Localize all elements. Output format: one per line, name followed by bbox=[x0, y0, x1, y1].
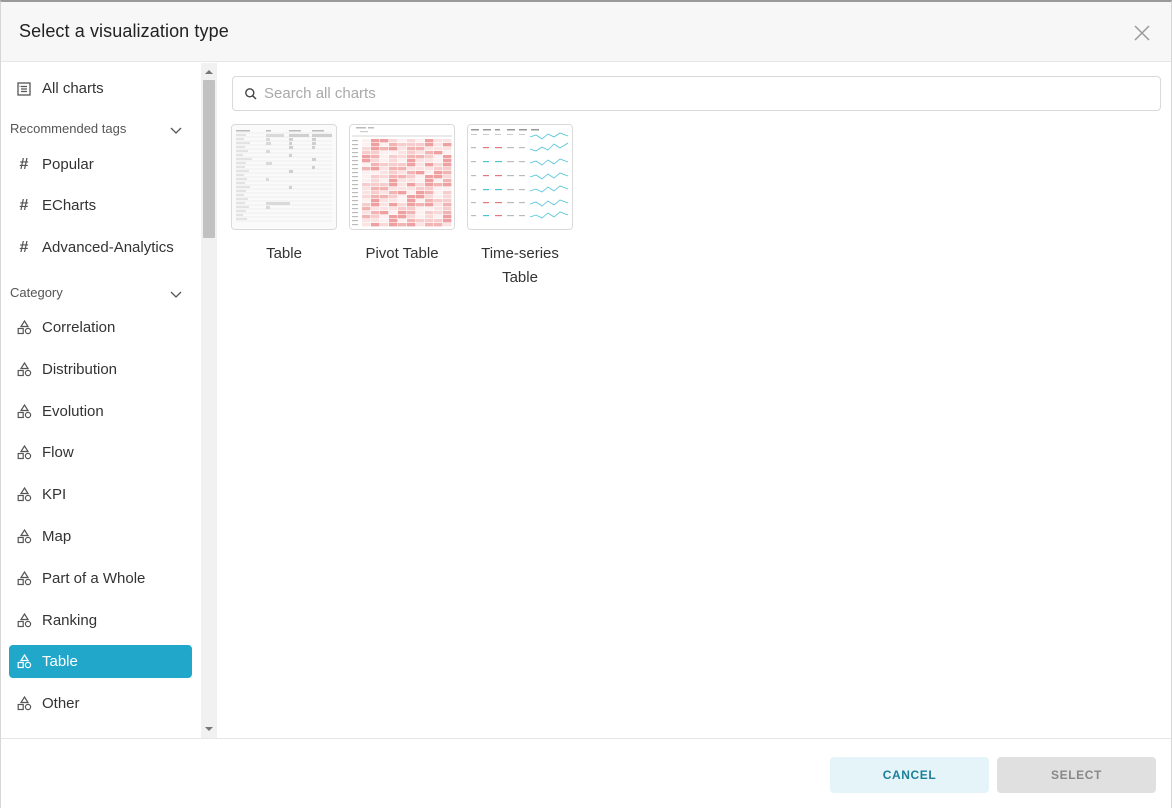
sidebar-item-advanced-analytics[interactable]: # Advanced-Analytics bbox=[9, 231, 192, 264]
sidebar-item-label: Popular bbox=[42, 156, 94, 173]
sidebar-item-label: All charts bbox=[42, 80, 104, 97]
shapes-icon bbox=[16, 613, 32, 629]
category-heading: Category bbox=[10, 285, 63, 300]
sidebar-item-label: Evolution bbox=[42, 403, 104, 420]
main-panel: Table Pivot Table bbox=[218, 63, 1171, 738]
scroll-down-arrow-icon[interactable] bbox=[201, 722, 217, 736]
sidebar-scrollbar[interactable] bbox=[201, 63, 217, 738]
sidebar-item-correlation[interactable]: Correlation bbox=[9, 311, 192, 344]
search-bar[interactable] bbox=[232, 76, 1161, 111]
sidebar-item-label: Table bbox=[42, 653, 78, 670]
sidebar-item-ranking[interactable]: Ranking bbox=[9, 604, 192, 637]
scroll-thumb[interactable] bbox=[203, 80, 215, 238]
sidebar-item-label: Distribution bbox=[42, 361, 118, 378]
shapes-icon bbox=[16, 696, 32, 712]
chart-list-icon bbox=[16, 81, 32, 97]
sidebar-item-label: Other bbox=[42, 695, 80, 712]
shapes-icon bbox=[16, 445, 32, 461]
sidebar-item-kpi[interactable]: KPI bbox=[9, 478, 192, 511]
shapes-icon bbox=[16, 571, 32, 587]
recommended-tags-heading: Recommended tags bbox=[10, 121, 127, 136]
sidebar-item-popular[interactable]: # Popular bbox=[9, 148, 192, 181]
chevron-down-icon[interactable] bbox=[169, 288, 183, 302]
hash-icon: # bbox=[19, 155, 29, 173]
sidebar-item-other[interactable]: Other bbox=[9, 687, 192, 720]
shapes-icon bbox=[16, 404, 32, 420]
chart-card-label-line: Time-series bbox=[481, 245, 559, 262]
sidebar-item-label: KPI bbox=[42, 486, 67, 503]
chart-card-table[interactable]: Table bbox=[231, 124, 337, 266]
sidebar-item-echarts[interactable]: # ECharts bbox=[9, 189, 192, 222]
sidebar-item-map[interactable]: Map bbox=[9, 520, 192, 553]
sidebar-item-label: Map bbox=[42, 528, 72, 545]
modal-title: Select a visualization type bbox=[19, 21, 229, 41]
sidebar-item-all-charts[interactable]: All charts bbox=[9, 72, 192, 105]
sidebar-item-evolution[interactable]: Evolution bbox=[9, 395, 192, 428]
sidebar-item-distribution[interactable]: Distribution bbox=[9, 353, 192, 386]
sidebar-item-label: Flow bbox=[42, 444, 74, 461]
hash-icon: # bbox=[19, 196, 29, 214]
shapes-icon bbox=[16, 654, 32, 670]
search-input[interactable] bbox=[264, 85, 1144, 102]
shapes-icon bbox=[16, 320, 32, 336]
search-icon bbox=[244, 87, 258, 101]
pivot-table-thumbnail bbox=[349, 124, 455, 230]
sidebar-item-label: Correlation bbox=[42, 319, 116, 336]
chevron-down-icon[interactable] bbox=[169, 124, 183, 138]
shapes-icon bbox=[16, 487, 32, 503]
sidebar-item-label: ECharts bbox=[42, 197, 97, 214]
sidebar-item-label: Advanced-Analytics bbox=[42, 239, 174, 256]
chart-card-time-series-table[interactable]: Time-series Table bbox=[467, 124, 573, 290]
sidebar-item-label: Ranking bbox=[42, 612, 98, 629]
chart-card-label: Table bbox=[266, 245, 302, 262]
sidebar-item-part-of-a-whole[interactable]: Part of a Whole bbox=[9, 562, 192, 595]
chart-card-label: Time-series Table bbox=[467, 242, 573, 290]
close-icon[interactable] bbox=[1133, 24, 1151, 42]
hash-icon: # bbox=[19, 238, 29, 256]
time-series-table-thumbnail bbox=[467, 124, 573, 230]
sidebar-item-flow[interactable]: Flow bbox=[9, 436, 192, 469]
visualization-type-modal: Select a visualization type All charts R… bbox=[0, 0, 1172, 808]
modal-footer: CANCEL SELECT bbox=[1, 738, 1171, 808]
cancel-button[interactable]: CANCEL bbox=[830, 757, 989, 793]
sidebar-item-label: Part of a Whole bbox=[42, 570, 146, 587]
sidebar: All charts Recommended tags # Popular # … bbox=[1, 63, 217, 738]
chart-card-label-line: Table bbox=[502, 269, 538, 286]
shapes-icon bbox=[16, 529, 32, 545]
shapes-icon bbox=[16, 362, 32, 378]
chart-card-label: Pivot Table bbox=[365, 245, 439, 262]
table-thumbnail bbox=[231, 124, 337, 230]
modal-header: Select a visualization type bbox=[1, 2, 1171, 62]
scroll-up-arrow-icon[interactable] bbox=[201, 65, 217, 79]
select-button[interactable]: SELECT bbox=[997, 757, 1156, 793]
sidebar-item-table[interactable]: Table bbox=[9, 645, 192, 678]
chart-card-pivot-table[interactable]: Pivot Table bbox=[349, 124, 455, 266]
